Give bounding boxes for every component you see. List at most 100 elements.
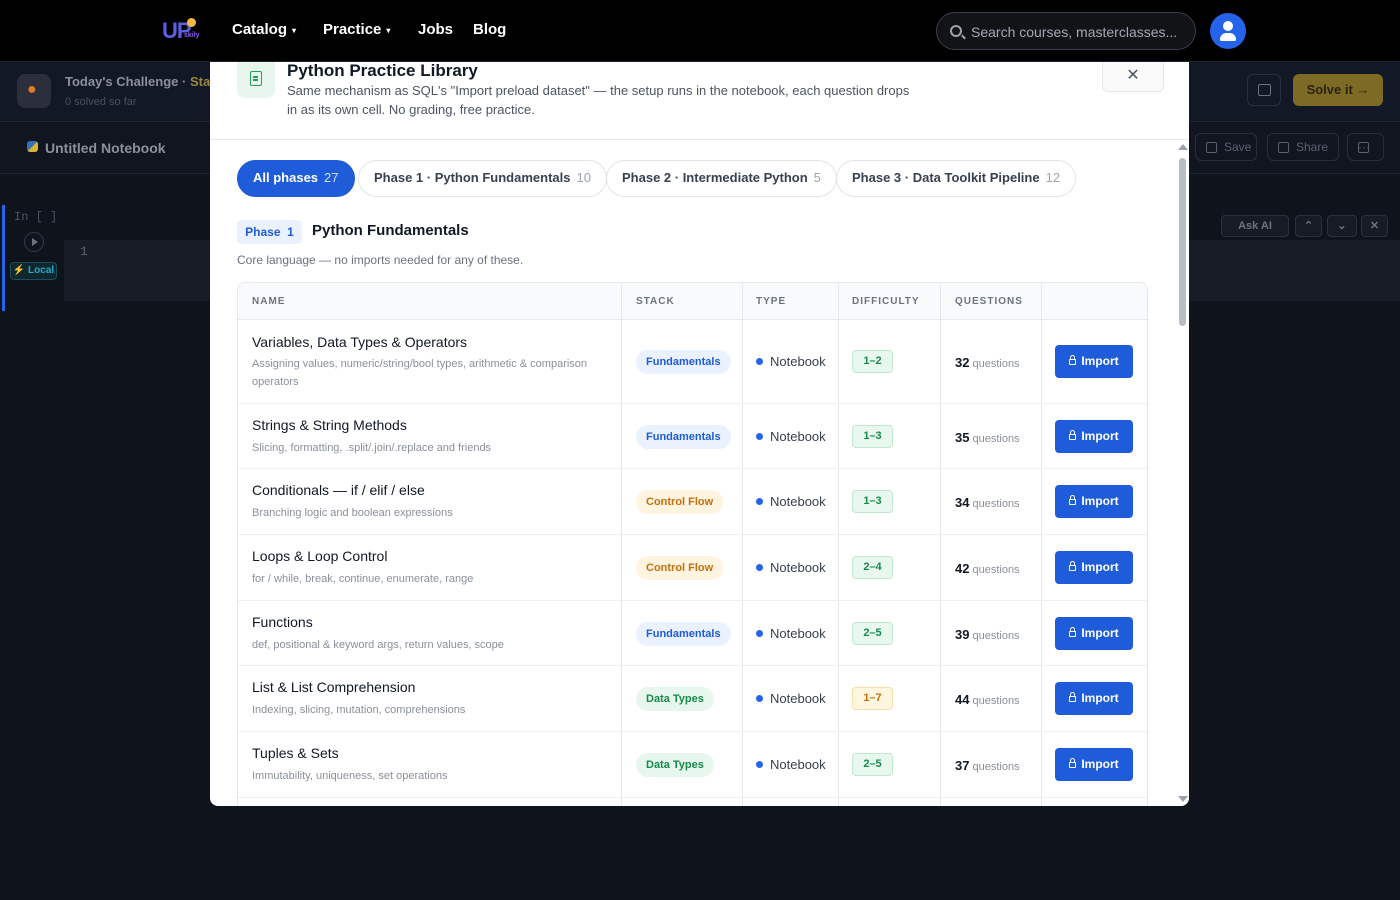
search-input[interactable] bbox=[971, 22, 1186, 42]
pill-count: 5 bbox=[813, 170, 821, 185]
flame-icon: ● bbox=[17, 74, 51, 108]
row-name: Strings & String Methods bbox=[252, 416, 407, 433]
stack-badge: Data Types bbox=[636, 687, 714, 711]
phase-heading: Python Fundamentals bbox=[312, 222, 469, 239]
nav-practice[interactable]: Practice ▾ bbox=[323, 21, 390, 38]
logo-sub: skily bbox=[184, 32, 200, 39]
questions-count: 39 questions bbox=[955, 626, 1020, 642]
col-difficulty: DIFFICULTY bbox=[852, 296, 920, 307]
share-button[interactable]: Share bbox=[1267, 133, 1339, 161]
scrollbar[interactable] bbox=[1176, 142, 1189, 806]
import-button[interactable]: Import bbox=[1055, 345, 1133, 378]
import-button[interactable]: Import bbox=[1055, 682, 1133, 715]
user-avatar-button[interactable] bbox=[1210, 13, 1246, 49]
lock-icon bbox=[1069, 626, 1077, 637]
pill-count: 10 bbox=[576, 170, 591, 185]
modal-description: Same mechanism as SQL's "Import preload … bbox=[287, 83, 910, 117]
import-button[interactable]: Import bbox=[1055, 748, 1133, 781]
import-button[interactable]: Import bbox=[1055, 551, 1133, 584]
practice-library-modal: Python Practice Library Same mechanism a… bbox=[210, 62, 1189, 806]
user-icon-body bbox=[1220, 33, 1236, 41]
modal-header: Python Practice Library Same mechanism a… bbox=[210, 62, 1189, 140]
difficulty-badge: 2–4 bbox=[852, 556, 893, 579]
row-description: Indexing, slicing, mutation, comprehensi… bbox=[252, 704, 466, 716]
pill-count: 27 bbox=[324, 170, 339, 185]
type-cell: Notebook bbox=[756, 560, 826, 575]
table-row: Strings & String Methods Slicing, formatt… bbox=[238, 404, 1147, 469]
nav-catalog-label: Catalog bbox=[232, 21, 288, 38]
table-row: Conditionals — if / elif / else Branching… bbox=[238, 469, 1147, 535]
cell-in-label: In [ ] bbox=[14, 210, 58, 224]
col-name: NAME bbox=[252, 296, 286, 307]
filter-phase-2[interactable]: Phase 2 · Intermediate Python 5 bbox=[606, 160, 837, 197]
notebook-title[interactable]: Untitled Notebook bbox=[45, 140, 166, 156]
scroll-thumb[interactable] bbox=[1179, 158, 1186, 326]
import-button[interactable]: Import bbox=[1055, 419, 1133, 453]
table-row: Variables, Data Types & Operators Assigni… bbox=[238, 320, 1147, 404]
lock-icon bbox=[1069, 758, 1077, 768]
stack-badge: Fundamentals bbox=[636, 621, 731, 646]
row-description: for / while, break, continue, enumerate,… bbox=[252, 573, 474, 585]
questions-count: 37 questions bbox=[955, 758, 1020, 773]
table-row: Loops & Loop Control for / while, break, … bbox=[238, 535, 1147, 601]
type-cell: Notebook bbox=[756, 354, 826, 369]
questions-count: 44 questions bbox=[955, 692, 1020, 707]
phase-subtitle: Core language — no imports needed for an… bbox=[237, 253, 524, 267]
modal-title: Python Practice Library bbox=[287, 62, 478, 80]
lock-icon bbox=[1069, 429, 1077, 440]
move-down-button[interactable]: ⌄ bbox=[1327, 215, 1357, 237]
row-name: Conditionals — if / elif / else bbox=[252, 482, 425, 498]
row-description: Assigning values, numeric/string/bool ty… bbox=[252, 358, 588, 388]
questions-count: 32 questions bbox=[955, 355, 1020, 370]
filter-phase-3[interactable]: Phase 3 · Data Toolkit Pipeline 12 bbox=[836, 160, 1077, 197]
difficulty-badge: 1–3 bbox=[852, 490, 893, 513]
import-button[interactable]: Import bbox=[1055, 616, 1133, 650]
chevron-down-icon: ▾ bbox=[292, 25, 297, 35]
nav-blog[interactable]: Blog bbox=[473, 21, 506, 38]
stack-badge: Data Types bbox=[636, 753, 714, 777]
more-menu-button[interactable]: ··· bbox=[1347, 133, 1384, 161]
questions-count: 42 questions bbox=[955, 561, 1020, 576]
notebook-dot-icon bbox=[756, 432, 763, 440]
upskily-logo[interactable]: UP skily bbox=[162, 18, 202, 44]
close-button[interactable]: ✕ bbox=[1102, 62, 1164, 92]
difficulty-badge: 1–3 bbox=[852, 424, 893, 448]
nav-practice-label: Practice bbox=[323, 21, 382, 38]
table-row: Tuples & Sets Immutability, uniqueness, s… bbox=[238, 732, 1147, 798]
lock-icon bbox=[1069, 495, 1077, 505]
table-header: NAME STACK TYPE DIFFICULTY QUESTIONS bbox=[238, 283, 1147, 320]
phase-badge: Phase 1 bbox=[237, 220, 302, 244]
row-description: def, positional & keyword args, return v… bbox=[252, 638, 504, 651]
filter-all-phases[interactable]: All phases 27 bbox=[237, 160, 355, 197]
chevron-down-icon: ▾ bbox=[386, 25, 391, 35]
line-number: 1 bbox=[80, 244, 88, 259]
type-cell: Notebook bbox=[756, 494, 826, 509]
difficulty-badge: 2–5 bbox=[852, 753, 893, 776]
table-row: List & List Comprehension Indexing, slici… bbox=[238, 666, 1147, 732]
top-nav: UP skily Catalog ▾ Practice ▾ Jobs Blog bbox=[0, 0, 1400, 62]
pill-label: Phase 2 · Intermediate Python bbox=[622, 170, 808, 185]
difficulty-badge: 1–7 bbox=[852, 687, 893, 710]
filter-phase-1[interactable]: Phase 1 · Python Fundamentals 10 bbox=[358, 160, 607, 197]
nav-jobs[interactable]: Jobs bbox=[418, 21, 453, 38]
ask-ai-button[interactable]: Ask AI bbox=[1221, 215, 1289, 237]
calendar-button[interactable] bbox=[1247, 74, 1281, 106]
scroll-up-icon[interactable] bbox=[1178, 144, 1188, 150]
solve-it-button[interactable]: Solve it → bbox=[1293, 74, 1383, 106]
nav-catalog[interactable]: Catalog ▾ bbox=[232, 21, 296, 38]
notebook-dot-icon bbox=[756, 358, 763, 365]
stack-badge: Fundamentals bbox=[636, 424, 731, 449]
questions-count: 34 questions bbox=[955, 495, 1020, 510]
challenge-sub: 0 solved so far bbox=[65, 96, 137, 108]
scroll-down-icon[interactable] bbox=[1178, 796, 1188, 802]
difficulty-badge: 1–2 bbox=[852, 350, 893, 373]
save-button[interactable]: Save bbox=[1195, 133, 1257, 161]
row-name: List & List Comprehension bbox=[252, 679, 416, 695]
type-cell: Notebook bbox=[756, 429, 826, 444]
move-up-button[interactable]: ⌃ bbox=[1295, 215, 1322, 237]
difficulty-badge: 2–5 bbox=[852, 621, 893, 645]
delete-cell-button[interactable]: ✕ bbox=[1361, 215, 1388, 237]
run-cell-button[interactable] bbox=[24, 232, 44, 252]
import-button[interactable]: Import bbox=[1055, 485, 1133, 518]
notebook-dot-icon bbox=[756, 761, 763, 768]
